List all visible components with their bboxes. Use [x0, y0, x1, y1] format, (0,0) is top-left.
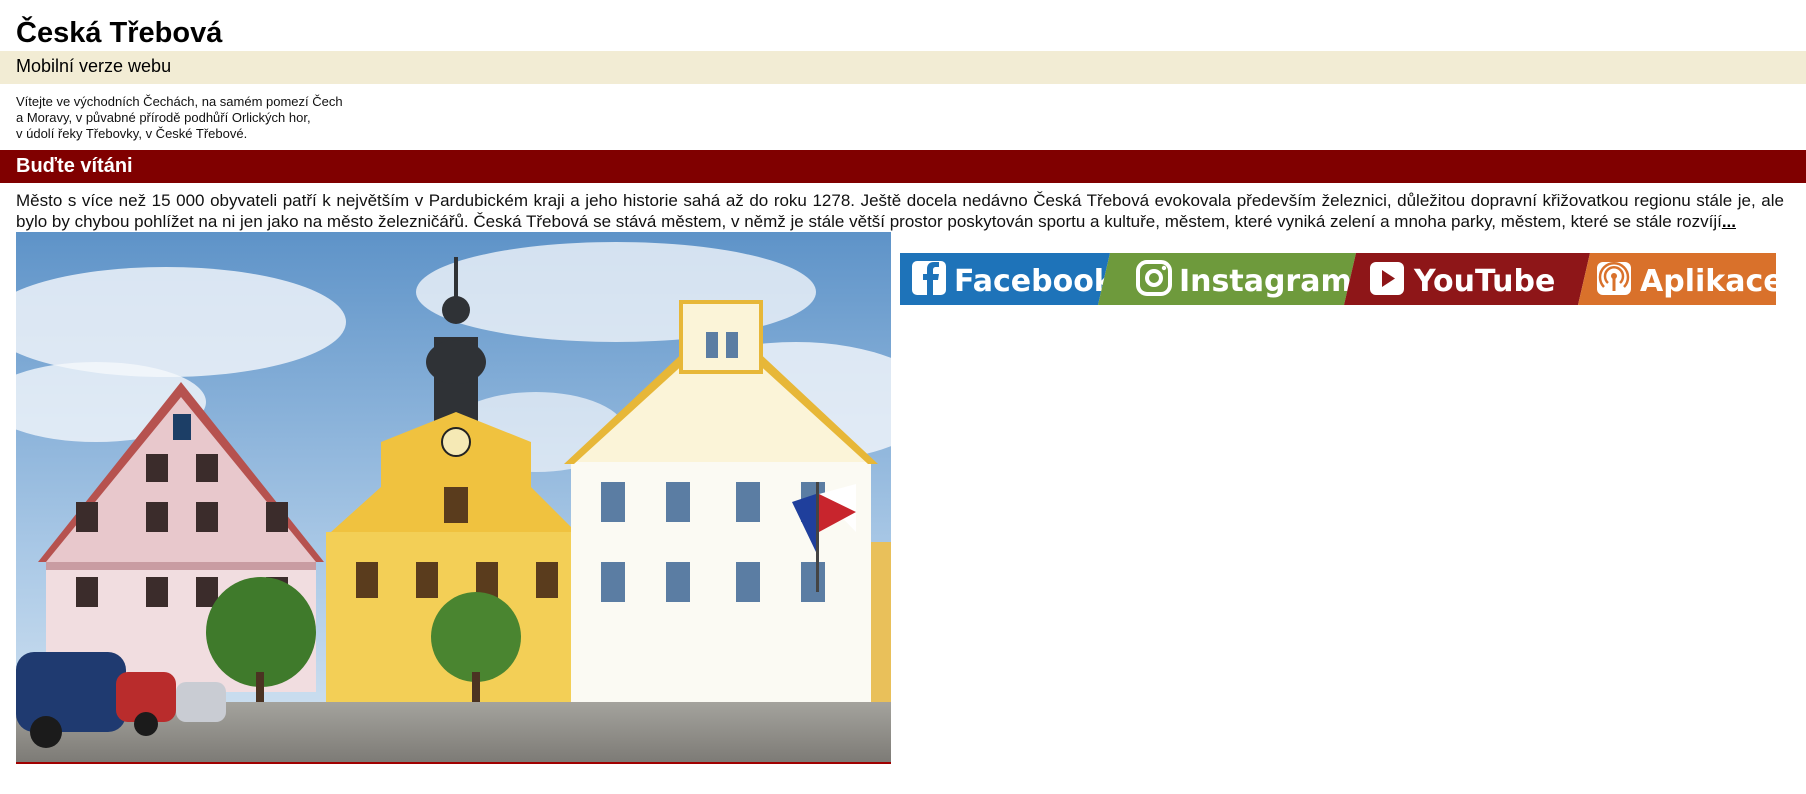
social-links-banner: Facebook Instagram YouTube Aplikace	[900, 253, 1776, 305]
welcome-paragraph: Město s více než 15 000 obyvateli patří …	[0, 183, 1784, 232]
welcome-text: Město s více než 15 000 obyvateli patří …	[16, 191, 1784, 231]
youtube-link[interactable]: YouTube	[1344, 253, 1590, 305]
facebook-link[interactable]: Facebook	[900, 253, 1115, 305]
town-square-photo	[16, 232, 891, 764]
mobile-version-label: Mobilní verze webu	[16, 56, 172, 76]
mobile-version-bar: Mobilní verze webu	[0, 51, 1806, 84]
site-title: Česká Třebová	[16, 17, 223, 49]
podcast-icon	[1597, 261, 1631, 295]
app-label: Aplikace	[1640, 264, 1776, 299]
app-link[interactable]: Aplikace	[1578, 253, 1776, 305]
youtube-icon	[1370, 262, 1404, 295]
youtube-label: YouTube	[1413, 264, 1555, 299]
intro-line: a Moravy, v půvabné přírodě podhůří Orli…	[16, 110, 311, 125]
facebook-label: Facebook	[954, 264, 1115, 299]
read-more-link[interactable]: ...	[1722, 212, 1736, 231]
intro-line: v údolí řeky Třebovky, v České Třebové.	[16, 126, 248, 141]
media-row: Facebook Instagram YouTube Aplikace	[0, 232, 1806, 772]
welcome-heading: Buďte vítáni	[0, 150, 1806, 183]
instagram-link[interactable]: Instagram	[1098, 253, 1356, 305]
intro-line: Vítejte ve východních Čechách, na samém …	[16, 94, 343, 109]
welcome-heading-label: Buďte vítáni	[16, 155, 133, 177]
facebook-icon	[912, 261, 946, 295]
intro-text: Vítejte ve východních Čechách, na samém …	[0, 84, 1806, 150]
instagram-label: Instagram	[1179, 264, 1352, 299]
